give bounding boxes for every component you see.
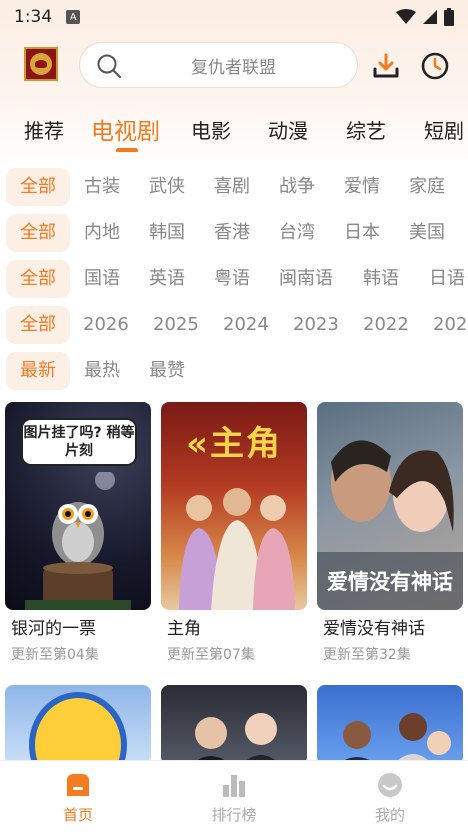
tab-profile-label: 我的: [374, 806, 405, 824]
show-episode-status: 更新至第07集: [167, 647, 255, 663]
search-input[interactable]: 复仇者联盟: [79, 42, 358, 88]
show-episode-status: 更新至第32集: [323, 647, 411, 663]
filter-chip[interactable]: 全部: [6, 260, 70, 298]
download-icon[interactable]: [372, 52, 400, 80]
show-card[interactable]: 爱情没有神话 爱情没有神话 更新至第32集: [317, 402, 463, 663]
filter-chip[interactable]: 2025: [141, 306, 211, 344]
sort-chip[interactable]: 最赞: [137, 352, 197, 390]
filter-chip[interactable]: 台湾: [267, 214, 327, 252]
filter-chip[interactable]: 英语: [137, 260, 197, 298]
filter-chip[interactable]: 爱情: [332, 168, 392, 206]
filter-chip[interactable]: 日语: [417, 260, 468, 298]
show-title: 爱情没有神话: [323, 619, 425, 639]
show-card[interactable]: [5, 685, 151, 765]
tab-home[interactable]: 首页: [38, 761, 118, 832]
poster-image: 爱情没有神话: [317, 402, 463, 610]
show-card[interactable]: [317, 685, 463, 765]
filter-chip[interactable]: 2022: [351, 306, 421, 344]
tab-recommend[interactable]: 推荐: [24, 115, 64, 144]
filter-chip[interactable]: 韩语: [351, 260, 411, 298]
tab-ranking[interactable]: 排行榜: [194, 761, 274, 832]
home-icon: [67, 774, 89, 796]
poster-image: [5, 685, 151, 765]
category-tabs: 推荐 电视剧 电影 动漫 综艺 短剧: [0, 112, 468, 152]
notification-icon: A: [66, 10, 81, 24]
active-tab-indicator: [116, 148, 138, 152]
filter-chip[interactable]: 闽南语: [267, 260, 345, 298]
poster-title-text: «主角: [186, 424, 282, 464]
filter-chip[interactable]: 全部: [6, 168, 70, 206]
poster-image: 图片挂了吗? 稍等片刻: [5, 402, 151, 610]
tab-short-drama[interactable]: 短剧: [424, 115, 464, 144]
poster-art: [337, 713, 451, 765]
filter-chip[interactable]: 古装: [72, 168, 132, 206]
tab-anime[interactable]: 动漫: [268, 115, 308, 144]
tab-ranking-label: 排行榜: [211, 806, 257, 824]
show-title: 主角: [167, 619, 201, 639]
poster-art: [29, 692, 127, 765]
filter-chip[interactable]: 全部: [6, 214, 70, 252]
filter-chip[interactable]: 内地: [72, 214, 132, 252]
status-time: 1:34: [14, 7, 53, 27]
filter-chip[interactable]: 粤语: [202, 260, 262, 298]
tab-variety[interactable]: 综艺: [346, 115, 386, 144]
filter-chip[interactable]: 2026: [71, 306, 141, 344]
filter-row-region: 全部 内地 韩国 香港 台湾 日本 美国: [0, 212, 468, 258]
history-icon[interactable]: [420, 51, 450, 81]
owl-illustration: [25, 472, 131, 610]
filter-chip[interactable]: 国语: [72, 260, 132, 298]
filter-chip[interactable]: 香港: [202, 214, 262, 252]
filter-chip[interactable]: 家庭: [397, 168, 457, 206]
filter-chip[interactable]: 武侠: [137, 168, 197, 206]
filter-row-sort: 最新 最热 最赞: [0, 350, 468, 396]
profile-icon: [378, 773, 402, 797]
battery-icon: [444, 8, 454, 26]
filter-chip[interactable]: 2023: [281, 306, 351, 344]
poster-placeholder-text: 图片挂了吗? 稍等片刻: [21, 418, 137, 466]
tab-profile[interactable]: 我的: [350, 761, 430, 832]
show-card[interactable]: «主角 主角 更新至第07集: [161, 402, 307, 663]
filter-chip[interactable]: 喜剧: [202, 168, 262, 206]
chart-icon: [223, 775, 245, 797]
filter-chip[interactable]: 202: [421, 306, 468, 344]
filter-chip[interactable]: 美国: [397, 214, 457, 252]
show-title: 银河的一票: [11, 619, 96, 639]
top-header: 复仇者联盟: [0, 42, 468, 90]
sort-chip[interactable]: 最新: [6, 352, 70, 390]
filter-chip[interactable]: 全部: [6, 306, 70, 344]
filter-row-genre: 全部 古装 武侠 喜剧 战争 爱情 家庭: [0, 166, 468, 212]
show-card[interactable]: 图片挂了吗? 稍等片刻 银河的一票 更新至第04集: [5, 402, 151, 663]
filter-chip[interactable]: 韩国: [137, 214, 197, 252]
poster-image: [317, 685, 463, 765]
filter-panel: 全部 古装 武侠 喜剧 战争 爱情 家庭 全部 内地 韩国 香港 台湾 日本 美…: [0, 166, 468, 396]
show-card[interactable]: [161, 685, 307, 765]
search-icon: [97, 54, 121, 78]
wifi-icon: [396, 9, 416, 24]
poster-image: «主角: [161, 402, 307, 610]
tab-home-label: 首页: [62, 806, 93, 824]
filter-row-language: 全部 国语 英语 粤语 闽南语 韩语 日语: [0, 258, 468, 304]
sort-chip[interactable]: 最热: [72, 352, 132, 390]
poster-caption: 爱情没有神话: [327, 570, 453, 594]
filter-row-year: 全部 2026 2025 2024 2023 2022 202: [0, 304, 468, 350]
filter-chip[interactable]: 2024: [211, 306, 281, 344]
filter-chip[interactable]: 战争: [267, 168, 327, 206]
signal-icon: [423, 10, 437, 24]
filter-chip[interactable]: 日本: [332, 214, 392, 252]
bottom-tab-bar: 首页 排行榜 我的: [0, 760, 468, 832]
show-episode-status: 更新至第04集: [11, 647, 99, 663]
poster-image: [161, 685, 307, 765]
app-logo[interactable]: [24, 47, 58, 81]
status-bar: 1:34 A: [0, 0, 468, 34]
tab-tv-series[interactable]: 电视剧: [91, 112, 160, 146]
poster-art: [191, 713, 281, 765]
poster-people: [179, 488, 295, 610]
tab-movies[interactable]: 电影: [191, 115, 231, 144]
